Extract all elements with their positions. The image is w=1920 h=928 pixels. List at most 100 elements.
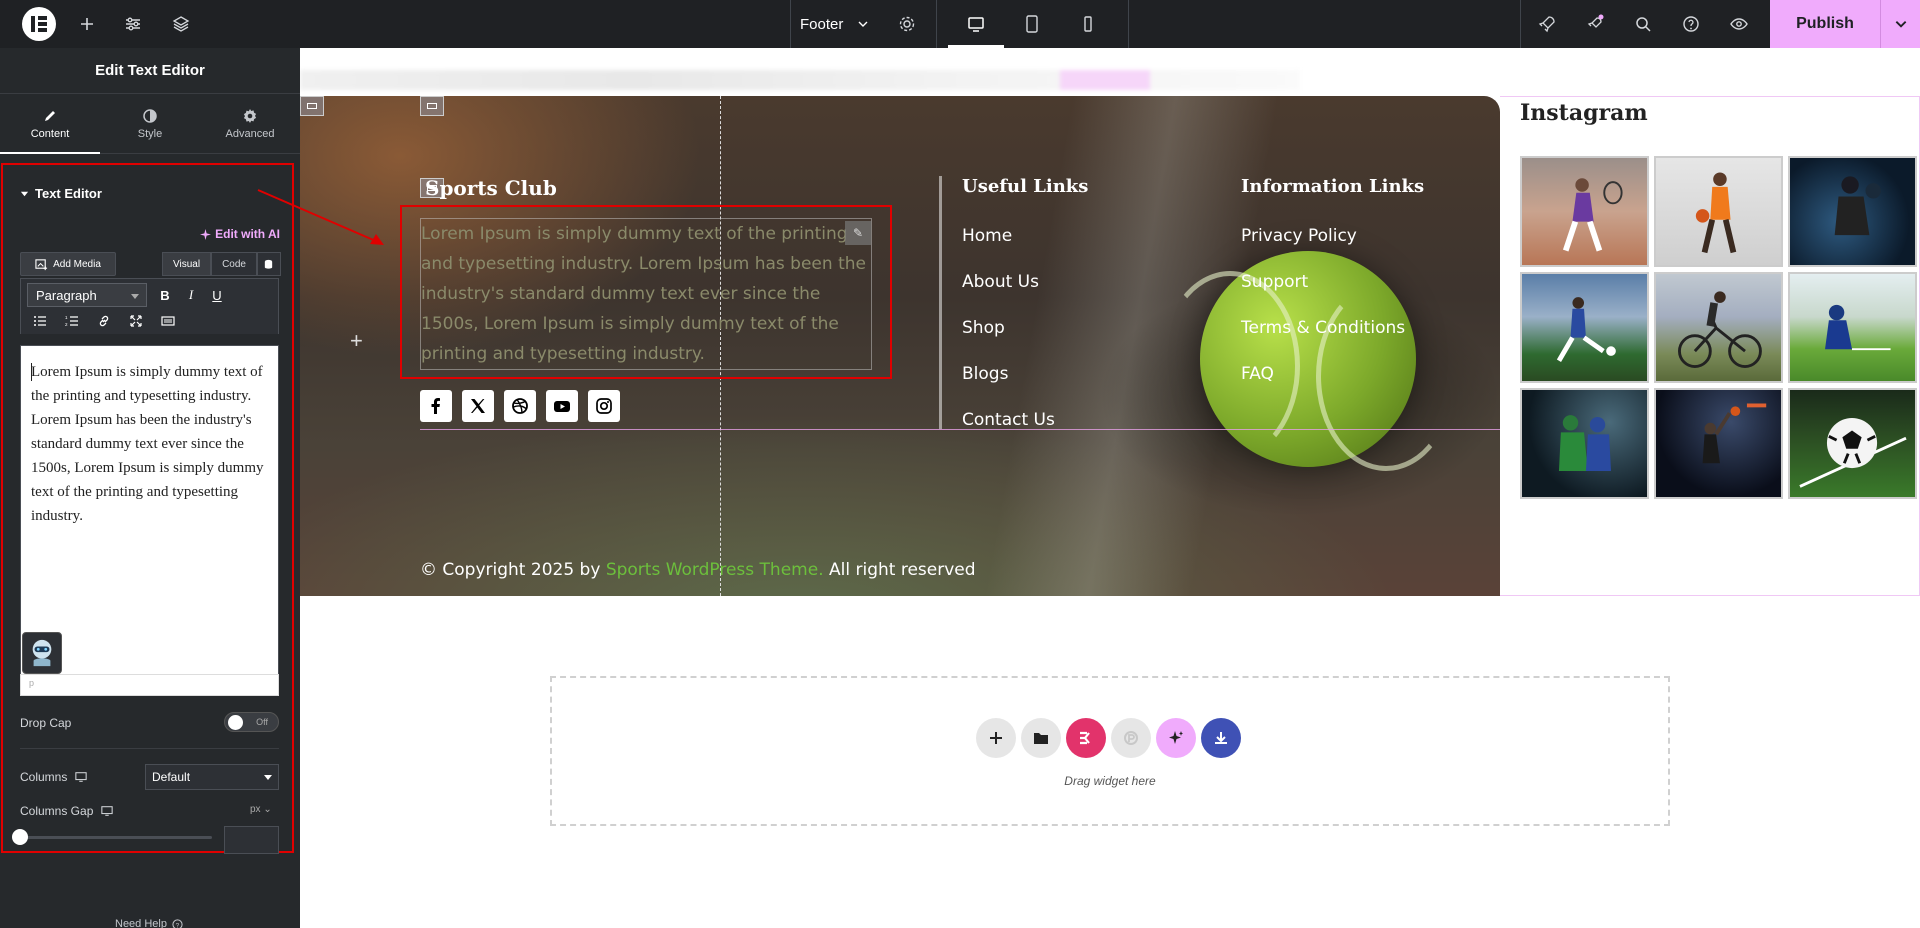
gallery-image-basketball-dunk[interactable]: [1654, 388, 1783, 499]
footer-link-privacy[interactable]: Privacy Policy: [1241, 226, 1357, 246]
footer-link-support[interactable]: Support: [1241, 272, 1308, 292]
add-element-icon[interactable]: [74, 0, 100, 48]
database-icon[interactable]: [256, 252, 281, 276]
drop-cap-label: Drop Cap: [20, 716, 72, 730]
desktop-responsive-icon[interactable]: [101, 805, 114, 817]
gallery-image-rugby-tackle[interactable]: [1520, 388, 1649, 499]
italic-icon[interactable]: I: [179, 284, 203, 306]
add-column-plus-icon[interactable]: +: [350, 328, 363, 354]
footer-link-terms[interactable]: Terms & Conditions: [1241, 318, 1405, 338]
preview-canvas: Sports Club Lorem Ipsum is simply dummy …: [300, 48, 1920, 928]
drop-zone-text: Drag widget here: [1064, 774, 1156, 788]
text-editor-content[interactable]: Lorem Ipsum is simply dummy text of the …: [20, 345, 279, 675]
gallery-image-soccer-kick[interactable]: [1520, 272, 1649, 383]
instagram-icon[interactable]: [588, 390, 620, 422]
edit-widget-pencil-icon[interactable]: ✎: [845, 221, 871, 245]
columns-gap-slider-track[interactable]: [20, 836, 212, 839]
gallery-image-boxer[interactable]: [1788, 156, 1917, 267]
svg-text:2: 2: [65, 322, 68, 327]
caret-down-icon: [20, 191, 29, 197]
svg-text:1: 1: [65, 315, 68, 320]
disabled-widget-icon[interactable]: [1111, 718, 1151, 758]
footer-link-faq[interactable]: FAQ: [1241, 364, 1274, 384]
edit-with-ai-button[interactable]: Edit with AI: [200, 227, 280, 241]
drop-zone[interactable]: Drag widget here: [550, 676, 1670, 826]
help-icon[interactable]: [1678, 0, 1704, 48]
columns-gap-slider-handle[interactable]: [12, 829, 28, 845]
gallery-image-cyclist[interactable]: [1654, 272, 1783, 383]
gallery-image-soccer-ball[interactable]: [1788, 388, 1917, 499]
layers-icon[interactable]: [168, 0, 194, 48]
add-media-button[interactable]: Add Media: [20, 252, 116, 276]
tab-advanced[interactable]: Advanced: [200, 94, 300, 153]
publish-button[interactable]: Publish: [1770, 0, 1880, 48]
gallery-image-football-player[interactable]: [1788, 272, 1917, 383]
section-toggle[interactable]: Text Editor: [20, 186, 102, 201]
add-section-plus-icon[interactable]: [976, 718, 1016, 758]
tab-style[interactable]: Style: [100, 94, 200, 153]
desktop-device-icon[interactable]: [948, 0, 1004, 48]
gallery-image-basketball-player[interactable]: [1654, 156, 1783, 267]
mobile-device-icon[interactable]: [1060, 0, 1116, 48]
editor-toolbar: Paragraph B I U 12: [20, 278, 279, 334]
drop-cap-toggle[interactable]: Off: [224, 712, 279, 732]
format-select[interactable]: Paragraph: [27, 283, 147, 307]
x-twitter-icon[interactable]: [462, 390, 494, 422]
document-settings-gear-icon[interactable]: [894, 0, 920, 48]
need-help-label: Need Help: [115, 918, 167, 928]
bullet-list-icon[interactable]: [28, 310, 52, 332]
columns-gap-input[interactable]: [224, 826, 279, 854]
drop-cap-state: Off: [256, 717, 268, 727]
footer-link-home[interactable]: Home: [962, 226, 1012, 246]
desktop-responsive-icon[interactable]: [75, 771, 88, 783]
footer-link-blogs[interactable]: Blogs: [962, 364, 1008, 384]
fullscreen-icon[interactable]: [124, 310, 148, 332]
tablet-device-icon[interactable]: [1004, 0, 1060, 48]
svg-text:?: ?: [176, 922, 180, 928]
ai-assistant-robot-icon[interactable]: [22, 632, 62, 674]
tab-visual[interactable]: Visual: [162, 252, 212, 276]
links-column-frame: [940, 176, 942, 429]
columns-select[interactable]: Default: [145, 764, 279, 790]
elementskit-logo-icon[interactable]: [1066, 718, 1106, 758]
copyright-link[interactable]: Sports WordPress Theme.: [606, 560, 824, 580]
information-links-title: Information Links: [1241, 176, 1425, 197]
bold-icon[interactable]: B: [153, 284, 177, 306]
search-icon[interactable]: [1630, 0, 1656, 48]
tab-content[interactable]: Content: [0, 94, 100, 154]
underline-icon[interactable]: U: [205, 284, 229, 306]
instagram-gallery: [1520, 156, 1917, 499]
rocket-icon[interactable]: [1534, 0, 1560, 48]
footer-link-contact[interactable]: Contact Us: [962, 410, 1055, 430]
add-template-folder-icon[interactable]: [1021, 718, 1061, 758]
section-handle-icon[interactable]: [300, 96, 324, 116]
media-icon: [35, 258, 48, 270]
dribbble-icon[interactable]: [504, 390, 536, 422]
document-name-dropdown[interactable]: Footer: [800, 0, 869, 48]
columns-control-label: Columns: [20, 770, 88, 784]
facebook-icon[interactable]: [420, 390, 452, 422]
publish-options-chevron-icon[interactable]: [1880, 0, 1920, 48]
tab-code[interactable]: Code: [211, 252, 257, 276]
document-name: Footer: [800, 15, 844, 33]
columns-gap-label: Columns Gap: [20, 804, 94, 818]
tab-content-label: Content: [30, 127, 70, 140]
elementor-logo-icon[interactable]: [22, 7, 56, 41]
footer-link-about[interactable]: About Us: [962, 272, 1039, 292]
link-icon[interactable]: [92, 310, 116, 332]
preview-eye-icon[interactable]: [1726, 0, 1752, 48]
copyright-suffix: All right reserved: [829, 560, 976, 580]
column-handle-icon[interactable]: [420, 96, 444, 116]
footer-link-shop[interactable]: Shop: [962, 318, 1005, 338]
ai-sparkle-icon[interactable]: [1156, 718, 1196, 758]
import-download-icon[interactable]: [1201, 718, 1241, 758]
notifications-rocket-icon[interactable]: [1582, 0, 1608, 48]
gallery-image-tennis-player[interactable]: [1520, 156, 1649, 267]
copyright-prefix: © Copyright 2025 by: [420, 560, 601, 580]
toolbar-toggle-icon[interactable]: [156, 310, 180, 332]
site-settings-icon[interactable]: [120, 0, 146, 48]
need-help-link[interactable]: Need Help ?: [115, 918, 183, 928]
unit-select[interactable]: px ⌄: [250, 804, 272, 815]
numbered-list-icon[interactable]: 12: [60, 310, 84, 332]
youtube-icon[interactable]: [546, 390, 578, 422]
